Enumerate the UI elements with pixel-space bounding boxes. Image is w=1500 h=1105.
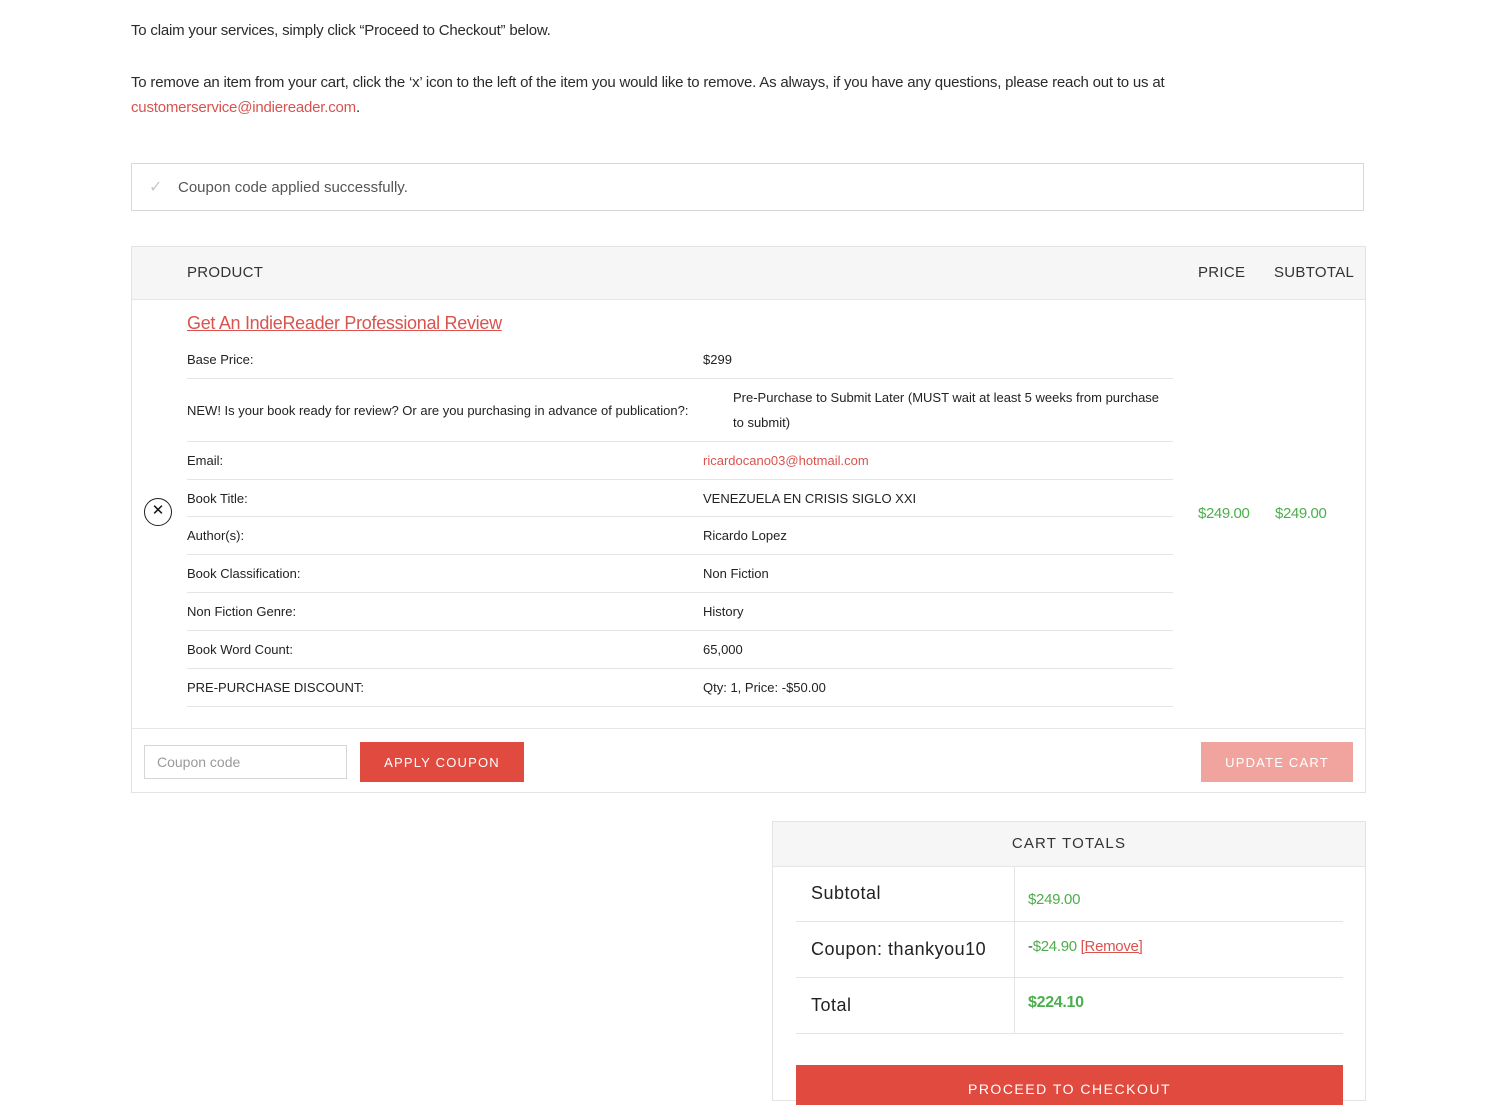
meta-key: PRE-PURCHASE DISCOUNT:: [187, 680, 364, 695]
coupon-success-notice: ✓ Coupon code applied successfully.: [131, 163, 1364, 211]
item-price: $249.00: [1198, 505, 1250, 522]
notice-message: Coupon code applied successfully.: [178, 179, 408, 196]
meta-row-base-price: Base Price: $299: [187, 341, 1173, 379]
cart-table-header: PRODUCT PRICE SUBTOTAL: [132, 247, 1365, 300]
column-divider: [1014, 866, 1015, 921]
meta-value-email[interactable]: ricardocano03@hotmail.com: [703, 442, 1173, 479]
price-column-header: PRICE: [1198, 264, 1246, 281]
meta-value: History: [703, 604, 744, 619]
total-label: Total: [811, 995, 852, 1015]
meta-key: NEW! Is your book ready for review? Or a…: [187, 402, 689, 418]
product-column-header: PRODUCT: [187, 264, 264, 281]
coupon-amount: $24.90: [1032, 938, 1077, 955]
product-title-link[interactable]: Get An IndieReader Professional Review: [187, 313, 502, 334]
meta-row-email: Email: ricardocano03@hotmail.com: [187, 442, 1173, 480]
totals-row-subtotal: Subtotal $249.00: [796, 866, 1343, 922]
update-cart-button[interactable]: UPDATE CART: [1201, 742, 1353, 782]
subtotal-label: Subtotal: [811, 883, 882, 903]
meta-row-authors: Author(s): Ricardo Lopez: [187, 517, 1173, 555]
meta-value: Qty: 1, Price: -$50.00: [703, 680, 826, 695]
meta-row-readiness: NEW! Is your book ready for review? Or a…: [187, 379, 1173, 442]
remove-instructions-text: To remove an item from your cart, click …: [131, 74, 1165, 91]
cart-totals-heading: CART TOTALS: [773, 822, 1365, 867]
meta-row-genre: Non Fiction Genre: History: [187, 593, 1173, 631]
remove-coupon-link[interactable]: [Remove]: [1081, 938, 1143, 955]
meta-row-book-title: Book Title: VENEZUELA EN CRISIS SIGLO XX…: [187, 480, 1173, 517]
column-divider: [1014, 978, 1015, 1033]
meta-key: Book Word Count:: [187, 642, 293, 657]
total-value: $224.10: [1028, 994, 1084, 1011]
cart-actions: APPLY COUPON UPDATE CART: [132, 728, 1365, 792]
remove-instructions: To remove an item from your cart, click …: [131, 70, 1251, 120]
meta-value: 65,000: [703, 642, 743, 657]
close-circle-icon[interactable]: ✕: [144, 498, 172, 526]
meta-key: Book Classification:: [187, 566, 301, 581]
meta-value: VENEZUELA EN CRISIS SIGLO XXI: [703, 490, 917, 506]
totals-row-total: Total $224.10: [796, 978, 1343, 1034]
proceed-to-checkout-button[interactable]: PROCEED TO CHECKOUT: [796, 1065, 1343, 1105]
meta-key: Email:: [187, 453, 224, 468]
coupon-label: Coupon: thankyou10: [811, 939, 987, 959]
meta-key: Book Title:: [187, 490, 248, 506]
check-icon: ✓: [149, 179, 163, 196]
coupon-code-input[interactable]: [144, 745, 347, 779]
apply-coupon-button[interactable]: APPLY COUPON: [360, 742, 524, 782]
cart-totals: CART TOTALS Subtotal $249.00 Coupon: tha…: [772, 821, 1366, 1105]
remove-instructions-end: .: [355, 99, 360, 116]
meta-row-classification: Book Classification: Non Fiction: [187, 555, 1173, 593]
customer-service-email-link[interactable]: customerservice@indiereader.com: [131, 99, 356, 116]
meta-value: $299: [703, 352, 732, 367]
coupon-value: -$24.90 [Remove]: [1028, 922, 1143, 977]
meta-row-discount: PRE-PURCHASE DISCOUNT: Qty: 1, Price: -$…: [187, 669, 1173, 707]
checkout-instructions: To claim your services, simply click “Pr…: [131, 22, 551, 39]
totals-row-coupon: Coupon: thankyou10 -$24.90 [Remove]: [796, 922, 1343, 978]
meta-key: Author(s):: [187, 528, 245, 543]
meta-key: Non Fiction Genre:: [187, 604, 297, 619]
product-meta-list: Base Price: $299 NEW! Is your book ready…: [187, 341, 1173, 707]
meta-key: Base Price:: [187, 352, 254, 367]
meta-value: Ricardo Lopez: [703, 528, 787, 543]
meta-value: Non Fiction: [703, 566, 769, 581]
cart-table: PRODUCT PRICE SUBTOTAL ✕ Get An IndieRea…: [131, 246, 1366, 793]
column-divider: [1014, 922, 1015, 977]
meta-row-word-count: Book Word Count: 65,000: [187, 631, 1173, 669]
meta-value: Pre-Purchase to Submit Later (MUST wait …: [733, 390, 1160, 430]
item-subtotal: $249.00: [1275, 505, 1327, 522]
subtotal-column-header: SUBTOTAL: [1274, 264, 1355, 281]
subtotal-value: $249.00: [1028, 891, 1081, 908]
